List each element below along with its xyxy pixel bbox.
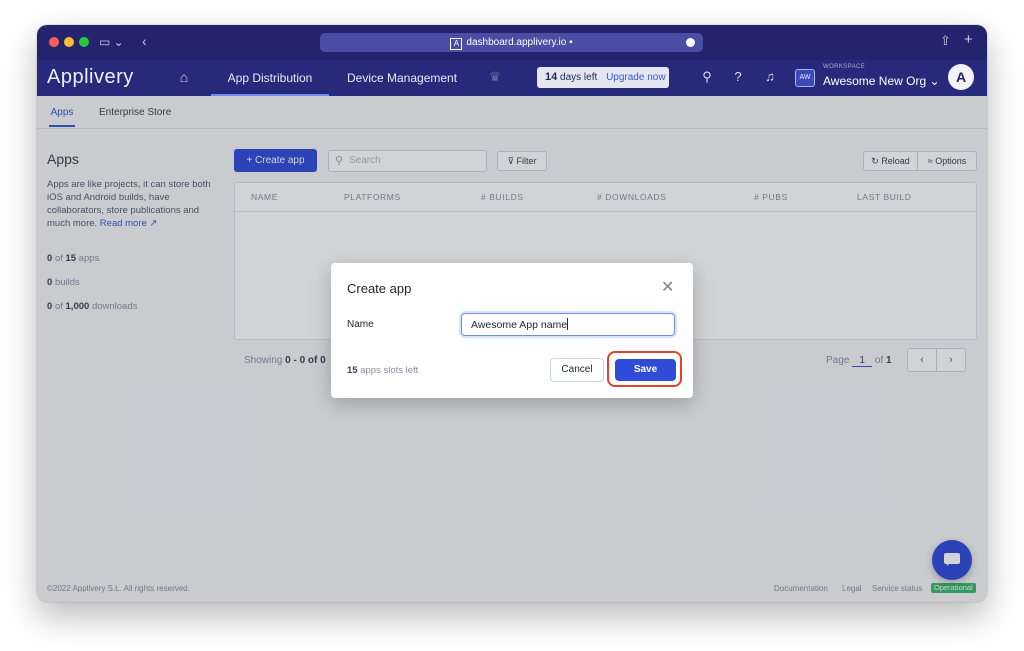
sidebar-toggle-icon[interactable]: ▭ ⌄ xyxy=(99,35,124,49)
address-bar[interactable]: Adashboard.applivery.io ▪ xyxy=(320,33,703,52)
upgrade-link[interactable]: Upgrade now xyxy=(606,72,665,83)
save-button[interactable]: Save xyxy=(615,359,676,381)
applivery-logo[interactable]: Applivery xyxy=(47,66,134,89)
share-icon[interactable]: ⇧ xyxy=(940,34,951,48)
workspace-avatar[interactable]: AW xyxy=(795,69,815,87)
create-app-dialog: Create app ✕ Name Awesome App name 15 ap… xyxy=(331,263,693,398)
site-logo-icon: A xyxy=(450,38,463,50)
app-name-field[interactable]: Awesome App name xyxy=(461,313,675,336)
workspace-label: WORKSPACE xyxy=(823,64,866,70)
close-window-button[interactable] xyxy=(49,37,59,47)
browser-toolbar: ▭ ⌄ ‹ Adashboard.applivery.io ▪ ⇧ + xyxy=(37,25,987,60)
minimize-window-button[interactable] xyxy=(64,37,74,47)
workspace-selector[interactable]: Awesome New Org ⌄ xyxy=(823,74,940,88)
nav-app-distribution[interactable]: App Distribution xyxy=(211,60,329,96)
nav-device-management[interactable]: Device Management xyxy=(347,60,457,96)
lock-icon: ▪ xyxy=(569,37,573,48)
workspace-name: Awesome New Org xyxy=(823,74,927,88)
back-icon[interactable]: ‹ xyxy=(142,34,147,48)
app-name-value: Awesome App name xyxy=(471,319,568,331)
crown-icon: ♛ xyxy=(489,69,501,84)
help-icon[interactable]: ? xyxy=(730,69,746,85)
more-icon[interactable] xyxy=(686,38,695,47)
app-header: Applivery ⌂ App Distribution Device Mana… xyxy=(37,60,987,96)
close-icon[interactable]: ✕ xyxy=(661,277,674,297)
search-icon[interactable]: ⚲ xyxy=(699,69,715,85)
cancel-button[interactable]: Cancel xyxy=(550,358,604,382)
url-text: dashboard.applivery.io xyxy=(466,37,567,48)
browser-window: ▭ ⌄ ‹ Adashboard.applivery.io ▪ ⇧ + Appl… xyxy=(37,25,987,602)
user-avatar[interactable]: A xyxy=(948,64,974,90)
name-label: Name xyxy=(347,319,374,330)
bell-icon[interactable]: ♫ xyxy=(762,69,778,85)
dialog-title: Create app xyxy=(347,281,412,296)
trial-days-suffix: days left xyxy=(560,72,598,83)
new-tab-icon[interactable]: + xyxy=(964,32,973,47)
slots-left: 15 apps slots left xyxy=(347,365,419,376)
home-icon[interactable]: ⌂ xyxy=(176,69,192,85)
trial-days: 14 xyxy=(545,71,558,83)
maximize-window-button[interactable] xyxy=(79,37,89,47)
chevron-down-icon: ⌄ xyxy=(929,74,940,88)
trial-badge[interactable]: 14 days left Upgrade now xyxy=(537,67,669,88)
